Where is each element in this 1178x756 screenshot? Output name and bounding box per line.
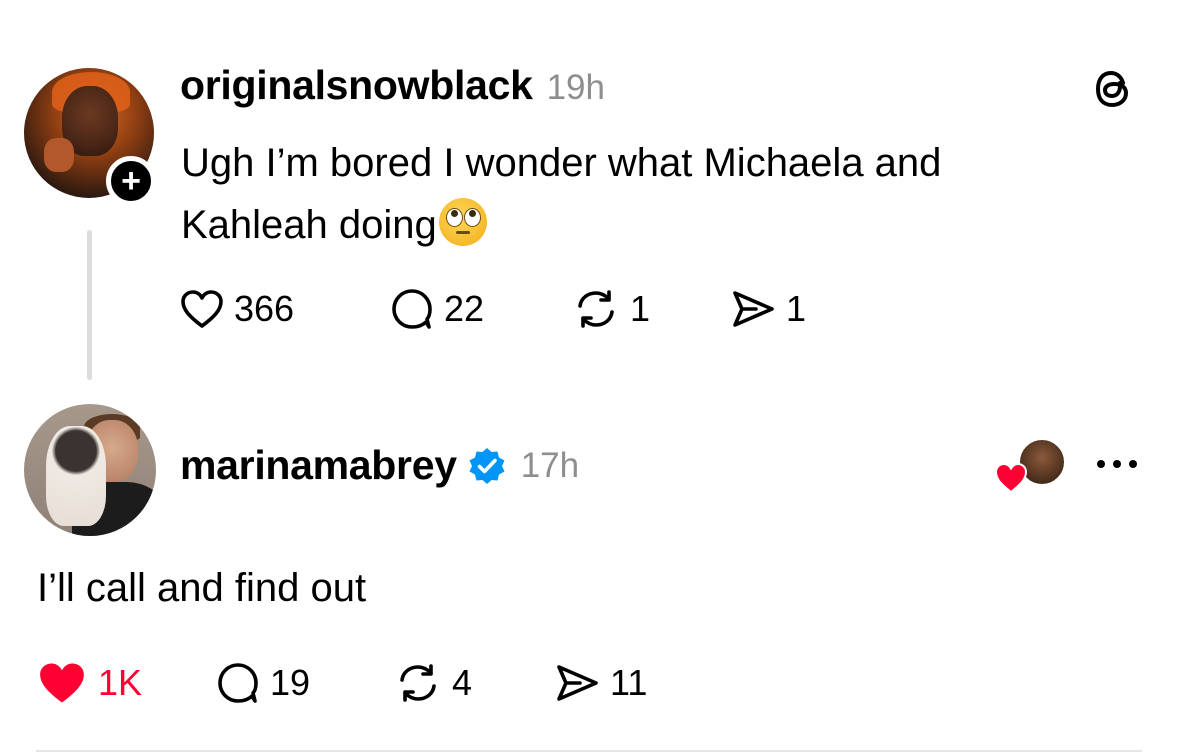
repost-button[interactable]: 1 — [572, 288, 730, 330]
reply-count: 22 — [444, 288, 485, 329]
post1-username[interactable]: originalsnowblack — [180, 62, 533, 109]
follow-plus-button[interactable]: + — [106, 156, 156, 206]
plus-icon: + — [121, 162, 141, 200]
post2-actions: 1K 19 4 11 — [36, 660, 647, 706]
reply-count: 19 — [270, 662, 311, 703]
post1-text: Ugh I’m bored I wonder what Michaela and… — [181, 132, 1081, 256]
reply-button[interactable]: 22 — [390, 288, 572, 330]
threads-logo-icon[interactable] — [1090, 66, 1136, 112]
post2-header: marinamabrey 17h — [180, 442, 579, 489]
repost-count: 4 — [452, 662, 473, 703]
post-divider — [36, 750, 1142, 752]
share-count: 11 — [610, 662, 648, 703]
repost-count: 1 — [630, 288, 651, 329]
avatar-dog — [46, 426, 106, 526]
share-button[interactable]: 1 — [730, 288, 806, 330]
avatar-marinamabrey[interactable] — [24, 404, 156, 536]
share-button[interactable]: 11 — [554, 662, 647, 704]
avatar-hand — [44, 138, 74, 172]
reply-button[interactable]: 19 — [216, 662, 394, 704]
rolling-eyes-emoji-icon — [438, 198, 487, 246]
post1-header: originalsnowblack 19h — [180, 62, 605, 109]
heart-icon — [181, 290, 223, 328]
repost-icon — [578, 290, 614, 328]
post1-body: Ugh I’m bored I wonder what Michaela and… — [181, 141, 942, 247]
post2-timestamp: 17h — [520, 445, 580, 485]
comment-icon — [218, 663, 258, 703]
like-button[interactable]: 366 — [180, 288, 390, 330]
liked-by-heart-icon — [994, 462, 1028, 494]
thread-connector-line — [87, 230, 92, 380]
more-icon[interactable] — [1094, 456, 1140, 472]
repost-button[interactable]: 4 — [394, 662, 554, 704]
like-button[interactable]: 1K — [36, 660, 216, 706]
share-icon — [557, 665, 598, 701]
verified-icon — [469, 447, 505, 484]
comment-icon — [392, 289, 432, 329]
repost-icon — [400, 664, 436, 702]
like-count: 366 — [234, 288, 295, 329]
post2-username[interactable]: marinamabrey — [180, 442, 457, 489]
share-icon — [733, 291, 774, 327]
post1-actions: 366 22 1 1 — [180, 288, 806, 330]
post2-text: I’ll call and find out — [37, 566, 367, 610]
like-count: 1K — [98, 662, 143, 703]
share-count: 1 — [786, 288, 807, 329]
post1-timestamp: 19h — [546, 68, 605, 107]
heart-filled-icon — [40, 663, 84, 703]
